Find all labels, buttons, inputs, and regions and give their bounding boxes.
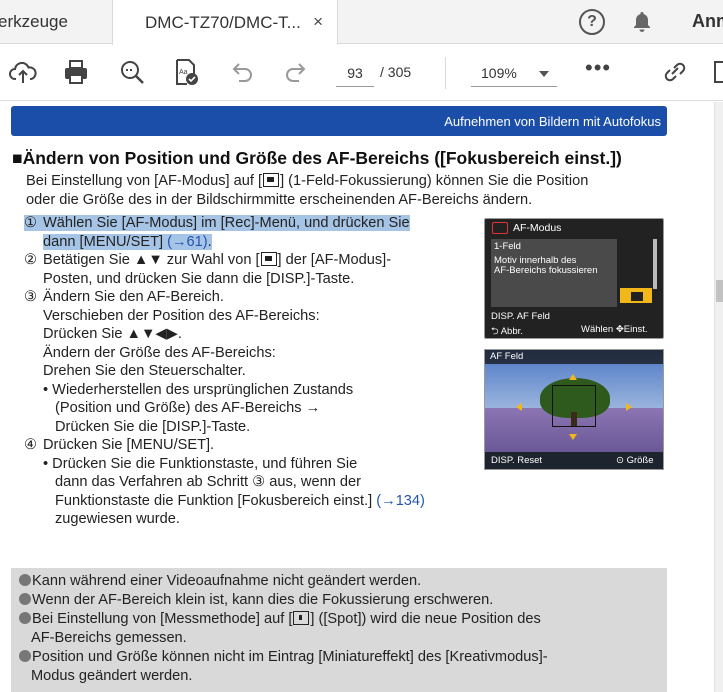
step-text: Drücken Sie [MENU/SET].: [43, 437, 215, 453]
step-bullet: dann das Verfahren ab Schritt ③ aus, wen…: [55, 474, 361, 490]
step-text: Verschieben der Position des AF-Bereichs…: [43, 307, 320, 324]
step-bullet: (Position und Größe) des AF-Bereichs →: [55, 400, 321, 416]
help-icon[interactable]: ?: [579, 9, 605, 35]
camera-af-area-screen: AF Feld DISP. Reset ⊙ Größe: [484, 349, 664, 470]
toolbar-divider: [445, 57, 446, 89]
steps-list: ① Wählen Sie [AF-Modus] im [Rec]-Menü, un…: [24, 214, 464, 529]
camera-af-field-title: AF Feld: [490, 351, 524, 362]
single-area-af-icon: [620, 288, 652, 303]
step-text: Drücken Sie ▲▼◀▶.: [43, 326, 182, 342]
camera-menu-panel: 1-Feld Motiv innerhalb des AF-Bereichs f…: [491, 239, 617, 307]
camera-select-label: Wählen ✥Einst.: [581, 324, 648, 335]
sign-in-link[interactable]: Anm: [692, 11, 723, 32]
page-total: / 305: [380, 64, 412, 80]
step-number: ②: [24, 252, 38, 268]
note-text: Modus geändert werden.: [31, 668, 193, 684]
camera-menu-title: AF-Modus: [513, 222, 562, 234]
bullet-dot: [19, 593, 31, 605]
intro-text-1b: ] (1-Feld-Fokussierung) können Sie die P…: [280, 173, 589, 189]
arrow-right-icon: [626, 403, 632, 411]
arrow-down-icon: [569, 434, 577, 440]
step-text: dann [MENU/SET]: [43, 233, 168, 250]
svg-text:Aa: Aa: [179, 69, 188, 76]
vertical-scrollbar[interactable]: [714, 102, 723, 692]
zoom-search-icon[interactable]: [117, 57, 147, 87]
single-area-af-icon: [263, 173, 280, 187]
camera-cancel-label: ⮌ Abbr.: [491, 326, 523, 337]
camera-reset-label: DISP. Reset: [491, 455, 543, 466]
camera-menu-scrollbar: [653, 239, 657, 289]
single-area-af-icon: [260, 252, 277, 266]
note-text: Wenn der AF-Bereich klein ist, kann dies…: [32, 592, 494, 608]
tab-tools-label: erkzeuge: [0, 12, 68, 31]
document-page: Aufnehmen von Bildern mit Autofokus ■Änd…: [0, 102, 714, 692]
camera-menu-item: 1-Feld: [494, 241, 521, 252]
step-bullet: • Wiederherstellen des ursprünglichen Zu…: [43, 381, 354, 398]
step-text: .: [207, 233, 212, 250]
page-title: ■Ändern von Position und Größe des AF-Be…: [12, 148, 622, 168]
scrollbar-thumb[interactable]: [716, 280, 723, 302]
tab-bar: erkzeuge DMC-TZ70/DMC-T... × ? Anm: [0, 0, 723, 45]
page-title-text: Ändern von Position und Größe des AF-Ber…: [22, 148, 622, 168]
camera-menu-desc: AF-Bereichs fokussieren: [494, 265, 598, 276]
redo-icon[interactable]: [282, 57, 312, 87]
zoom-value: 109%: [481, 65, 517, 81]
fill-sign-icon[interactable]: Aa: [171, 57, 201, 87]
step-text: Wählen Sie [AF-Modus] im [Rec]-Menü, und…: [43, 215, 410, 231]
step-bullet: • Drücken Sie die Funktionstaste, und fü…: [43, 455, 358, 472]
step-text: ] der [AF-Modus]-: [277, 252, 392, 268]
intro-text-2: oder die Größe des in der Bildschirmmitt…: [26, 191, 533, 208]
arrow-left-icon: [516, 403, 522, 411]
tab-document-label: DMC-TZ70/DMC-T...: [145, 12, 301, 32]
note-text: Position und Größe können nicht im Eintr…: [32, 649, 548, 665]
page-link[interactable]: (→61): [167, 234, 208, 250]
camera-size-label: ⊙ Größe: [616, 455, 654, 466]
step-bullet: Drücken Sie die [DISP.]-Taste.: [55, 418, 251, 435]
bullet-dot: [19, 612, 31, 624]
step-text: Drehen Sie den Steuerschalter.: [43, 363, 246, 379]
tab-document[interactable]: DMC-TZ70/DMC-T... ×: [112, 0, 338, 45]
af-area-frame: [552, 385, 596, 427]
section-header-text: Aufnehmen von Bildern mit Autofokus: [444, 114, 661, 129]
camera-af-field-label: DISP. AF Feld: [491, 311, 550, 322]
camera-menu-screen: AF-Modus 1-Feld Motiv innerhalb des AF-B…: [484, 218, 664, 339]
step-text: Ändern der Größe des AF-Bereichs:: [43, 344, 276, 361]
more-options-button[interactable]: •••: [585, 57, 611, 79]
step-number: ③: [24, 289, 38, 305]
print-icon[interactable]: [61, 57, 91, 87]
step-text: Ändern Sie den AF-Bereich.: [43, 289, 224, 305]
note-text: Bei Einstellung von [Messmethode] auf [: [32, 611, 293, 627]
notes-box: Kann während einer Videoaufnahme nicht g…: [11, 568, 667, 692]
chevron-down-icon: [539, 71, 549, 77]
close-icon[interactable]: ×: [313, 12, 323, 32]
step-text: Posten, und drücken Sie dann die [DISP.]…: [43, 270, 355, 287]
intro-text-1a: Bei Einstellung von [AF-Modus] auf [: [26, 173, 263, 189]
bullet-dot: [19, 574, 31, 586]
step-number: ①: [24, 215, 38, 231]
section-header-bar: Aufnehmen von Bildern mit Autofokus: [11, 106, 667, 136]
note-text: Kann während einer Videoaufnahme nicht g…: [32, 573, 422, 589]
undo-icon[interactable]: [226, 57, 256, 87]
intro-paragraph: Bei Einstellung von [AF-Modus] auf [ ] (1…: [26, 172, 666, 209]
share-link-icon[interactable]: [660, 57, 690, 87]
page-link[interactable]: (→134): [376, 493, 425, 509]
toolbar: Aa 93 / 305 109% •••: [0, 45, 723, 101]
step-number: ④: [24, 437, 38, 453]
bullet-dot: [19, 650, 31, 662]
panel-icon[interactable]: [713, 57, 723, 87]
note-text: ] ([Spot]) wird die neue Position des: [310, 611, 541, 627]
tab-tools[interactable]: erkzeuge: [0, 0, 112, 44]
rec-menu-icon: [492, 222, 508, 234]
step-bullet: zugewiesen wurde.: [55, 511, 180, 527]
spot-metering-icon: [293, 611, 310, 625]
page-number-input[interactable]: 93: [336, 59, 374, 87]
upload-cloud-icon[interactable]: [8, 57, 38, 87]
step-text: Betätigen Sie ▲▼ zur Wahl von [: [43, 252, 260, 268]
bell-icon[interactable]: [630, 10, 654, 34]
step-bullet: Funktionstaste die Funktion [Fokusbereic…: [55, 492, 377, 509]
note-text: AF-Bereichs gemessen.: [31, 630, 187, 646]
zoom-select[interactable]: 109%: [471, 59, 557, 87]
arrow-up-icon: [569, 374, 577, 380]
